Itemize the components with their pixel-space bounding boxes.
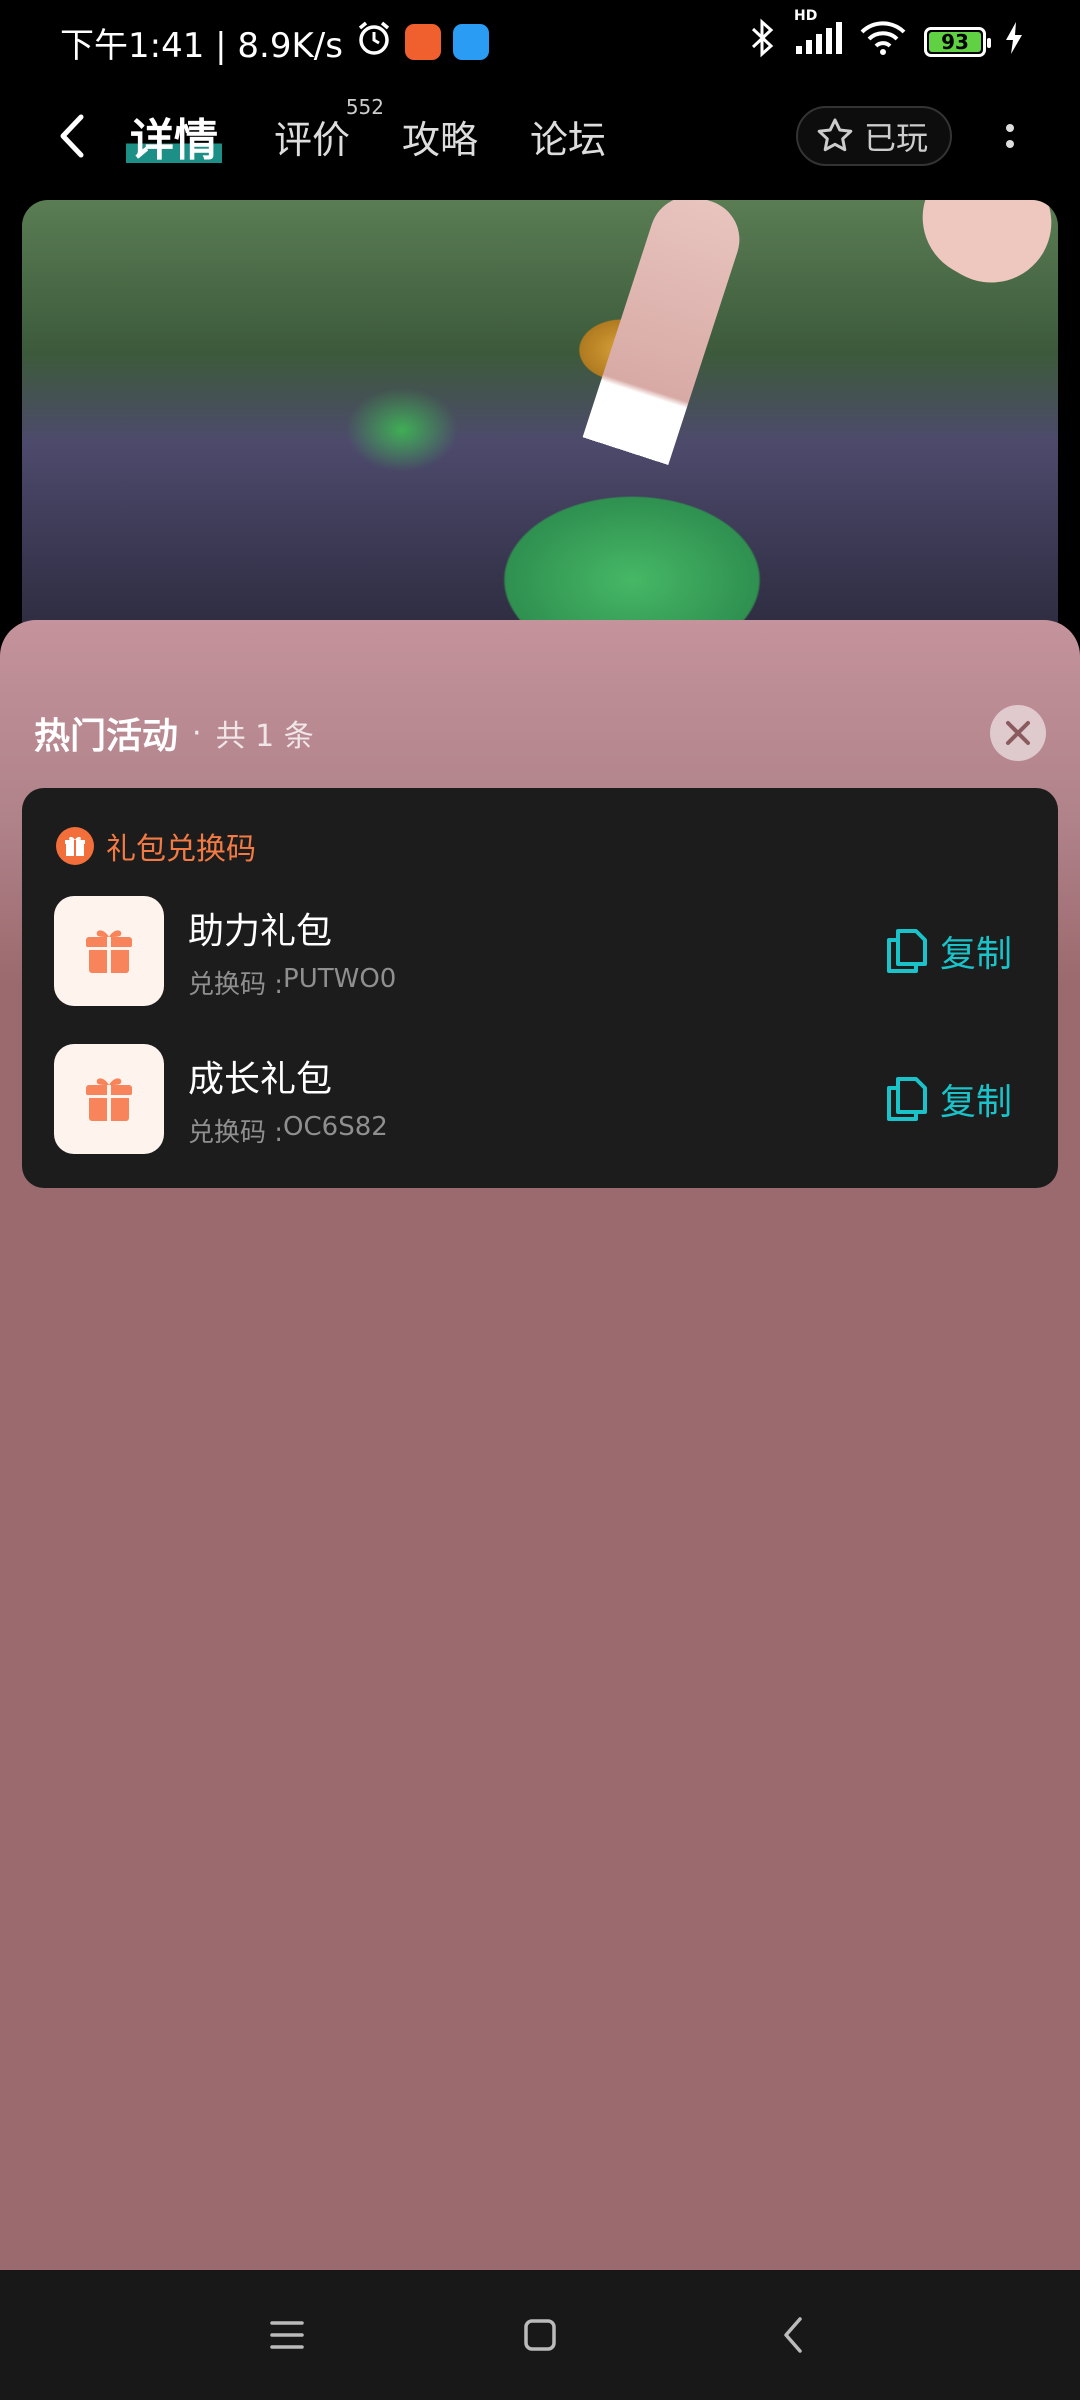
tab-guides[interactable]: 攻略 [402, 109, 478, 164]
tab-details[interactable]: 详情 [126, 104, 222, 168]
menu-icon [269, 2321, 304, 2349]
top-nav: 详情 评价 552 攻略 论坛 已玩 [0, 95, 1080, 176]
battery-level: 93 [929, 30, 981, 54]
gift-code-card: 礼包兑换码 助力礼包 兑换码 : PUTWO0 复制 成长礼包 兑换码: OC… [22, 788, 1058, 1188]
tab-reviews-label: 评价 [274, 117, 351, 162]
gift-icon [54, 896, 164, 1006]
gift-row: 助力礼包 兑换码 : PUTWO0 复制 [54, 896, 1026, 1006]
tab-bar: 详情 评价 552 攻略 论坛 [126, 95, 606, 168]
game-media-preview[interactable] [22, 200, 1058, 640]
star-icon [817, 118, 853, 152]
gift-code: PUTWO0 [283, 963, 397, 994]
copy-button[interactable]: 复制 [886, 1073, 1026, 1125]
gift-code-line: 兑换码 : OC6S82 [188, 1112, 388, 1149]
recent-apps-button[interactable] [257, 2305, 317, 2365]
status-right: HD 93 [750, 8, 1024, 67]
gift-code-label: 兑换码 : [188, 1117, 284, 1148]
card-section-title: 礼包兑换码 [106, 832, 256, 867]
network-type-label: HD [794, 7, 818, 24]
gift-row: 成长礼包 兑换码 : OC6S82 复制 [54, 1044, 1026, 1154]
more-vertical-icon [1006, 124, 1014, 132]
status-time-speed: 下午1:41 | 8.9K/s [60, 25, 343, 66]
card-header: 礼包兑换码 [56, 824, 1026, 868]
back-button[interactable] [40, 104, 104, 168]
gift-text: 助力礼包 兑换码 : PUTWO0 [188, 902, 396, 1001]
played-label: 已玩 [863, 119, 928, 157]
played-button[interactable]: 已玩 [795, 106, 952, 166]
gift-text: 成长礼包 兑换码 : OC6S82 [188, 1050, 388, 1149]
alarm-icon [355, 19, 393, 66]
status-left: 下午1:41 | 8.9K/s [60, 18, 489, 67]
battery-indicator: 93 [924, 27, 991, 57]
wifi-icon [860, 20, 906, 65]
system-nav-bar [0, 2270, 1080, 2400]
sheet-separator: · [192, 715, 202, 751]
gift-code: OC6S82 [283, 1111, 388, 1142]
hot-activities-sheet: 热门活动 · 共 1 条 礼包兑换码 助力礼包 兑换码 : PUTWO0 复制 … [0, 620, 1080, 2270]
status-bar: 下午1:41 | 8.9K/s HD 93 [0, 0, 1080, 84]
gift-icon [54, 1044, 164, 1154]
more-button[interactable] [980, 106, 1040, 166]
sheet-count: 共 1 条 [215, 719, 314, 754]
charging-icon [1004, 21, 1024, 64]
more-dot [1006, 140, 1014, 148]
review-count: 552 [345, 94, 385, 119]
media-character-arm [900, 200, 1058, 305]
bluetooth-icon [750, 18, 776, 67]
home-icon [524, 2319, 556, 2351]
signal-icon: HD [794, 8, 842, 65]
message-notification-icon [452, 24, 489, 60]
gift-code-label: 兑换码 : [188, 969, 284, 1000]
home-button[interactable] [510, 2305, 570, 2365]
back-arrow-icon [60, 114, 84, 158]
app-notification-icon [404, 24, 441, 60]
copy-button[interactable]: 复制 [886, 925, 1026, 977]
copy-label: 复制 [939, 1082, 1012, 1123]
system-back-button[interactable] [763, 2305, 823, 2365]
copy-label: 复制 [939, 934, 1012, 975]
copy-icon [886, 1077, 927, 1121]
gift-name: 助力礼包 [188, 910, 333, 952]
gift-code-line: 兑换码 : PUTWO0 [188, 964, 396, 1001]
close-icon [1006, 721, 1030, 745]
sheet-header: 热门活动 · 共 1 条 [34, 698, 1046, 768]
sheet-title: 热门活动 [34, 716, 179, 757]
gift-name: 成长礼包 [188, 1058, 333, 1100]
tab-reviews[interactable]: 评价 552 [274, 95, 384, 164]
media-character-leg [562, 200, 750, 528]
copy-icon [886, 929, 927, 973]
back-arrow-icon [784, 2317, 803, 2353]
tab-forum[interactable]: 论坛 [530, 109, 606, 164]
close-button[interactable] [990, 705, 1046, 761]
gift-icon [56, 827, 94, 865]
